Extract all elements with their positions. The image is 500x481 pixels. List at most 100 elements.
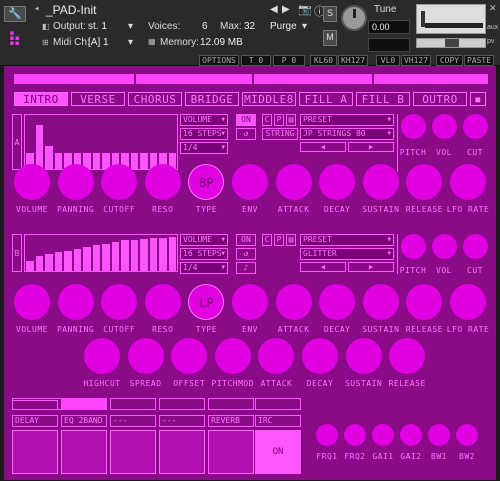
close-icon[interactable]: ✕ <box>489 3 497 14</box>
layer-a-save-icon[interactable]: ▤ <box>286 114 296 126</box>
fx-slot-label-delay[interactable]: DELAY <box>12 415 58 427</box>
max-voices-value[interactable]: 32 <box>244 21 255 32</box>
layer-a-step-bar[interactable] <box>92 153 100 169</box>
layer-b-step-bar[interactable] <box>26 261 34 271</box>
layer-a-step-bar[interactable] <box>35 125 43 169</box>
layer-a-prev-sound-icon[interactable]: ◀ <box>300 142 346 152</box>
layer-a-p-button[interactable]: P <box>274 114 284 126</box>
purge-dropdown-icon[interactable]: ▾ <box>302 21 307 32</box>
global-offset-knob[interactable] <box>171 338 208 374</box>
fx-slot-indicator-2-active[interactable] <box>61 398 107 410</box>
vel-high-field[interactable]: VH127 <box>401 55 431 66</box>
midi-channel-value[interactable]: [A] 1 <box>88 37 109 48</box>
fx-slot-indicator-4[interactable] <box>159 398 205 410</box>
layer-b-release-knob[interactable] <box>406 284 443 320</box>
layer-b-step-sequencer[interactable] <box>24 234 178 272</box>
layer-b-decay-knob[interactable] <box>319 284 356 320</box>
layer-a-reset-icon[interactable]: ↺ <box>236 128 256 140</box>
layer-b-step-bar[interactable] <box>102 244 110 271</box>
layer-a-cutoff-knob[interactable] <box>101 164 138 200</box>
layer-b-note-icon[interactable]: ♪ <box>236 262 256 274</box>
volume-meter[interactable] <box>416 4 486 34</box>
layer-b-vol-knob[interactable] <box>432 234 457 259</box>
tune-knob[interactable] <box>341 5 367 31</box>
pan-slider[interactable] <box>416 38 486 48</box>
copy-button[interactable]: COPY <box>436 55 463 66</box>
layer-b-step-bar[interactable] <box>140 239 148 271</box>
layer-a-step-bar[interactable] <box>45 146 53 169</box>
layer-a-step-bar[interactable] <box>130 153 138 169</box>
layer-b-step-bar[interactable] <box>111 242 119 271</box>
layer-b-step-bar[interactable] <box>35 256 43 271</box>
vel-low-field[interactable]: VL0 <box>376 55 400 66</box>
fx-bw1-knob[interactable] <box>428 424 450 446</box>
midi-dropdown-icon[interactable]: ▾ <box>128 37 133 48</box>
stop-button[interactable]: ■ <box>470 92 486 106</box>
layer-b-step-bar[interactable] <box>168 237 176 271</box>
layer-a-reso-knob[interactable] <box>144 164 181 200</box>
fx-pad-1[interactable] <box>12 430 58 474</box>
layer-a-decay-knob[interactable] <box>319 164 356 200</box>
layer-a-category-button[interactable]: STRING <box>262 128 298 140</box>
layer-b-reso-knob[interactable] <box>144 284 181 320</box>
layer-a-next-sound-icon[interactable]: ▶ <box>348 142 394 152</box>
fx-pad-2[interactable] <box>61 430 107 474</box>
layer-b-step-bar[interactable] <box>130 240 138 271</box>
purge-button[interactable]: Purge <box>270 21 297 32</box>
layer-b-reset-icon[interactable]: ↺ <box>236 248 256 260</box>
layer-a-vol-knob[interactable] <box>432 114 457 139</box>
fx-gai1-knob[interactable] <box>372 424 394 446</box>
layer-a-c-button[interactable]: C <box>262 114 272 126</box>
layer-a-release-knob[interactable] <box>406 164 443 200</box>
layer-a-rate-select[interactable]: 1/4 ▼ <box>180 142 228 154</box>
layer-a-preset-select[interactable]: PRESET ▼ <box>300 114 394 126</box>
global-pitchmod-knob[interactable] <box>214 338 251 374</box>
layer-b-volume-knob[interactable] <box>14 284 50 320</box>
layer-a-on-button[interactable]: ON <box>236 114 256 126</box>
layer-b-step-bar[interactable] <box>149 238 157 271</box>
layer-a-pitch-knob[interactable] <box>401 114 426 139</box>
layer-a-step-sequencer[interactable] <box>24 114 178 170</box>
layer-b-cutoff-knob[interactable] <box>101 284 138 320</box>
section-tab-intro[interactable]: INTRO <box>14 92 68 106</box>
wrench-icon[interactable]: 🔧 <box>4 6 26 22</box>
layer-b-panning-knob[interactable] <box>57 284 94 320</box>
layer-b-p-button[interactable]: P <box>274 234 284 246</box>
section-tab-bridge[interactable]: BRIDGE <box>185 92 239 106</box>
transpose-field[interactable]: T 0 <box>241 55 271 66</box>
layer-b-prev-sound-icon[interactable]: ◀ <box>300 262 346 272</box>
section-tab-fill-b[interactable]: FILL B <box>356 92 410 106</box>
global-release-knob[interactable] <box>389 338 426 374</box>
layer-b-c-button[interactable]: C <box>262 234 272 246</box>
fx-slot-indicator-3[interactable] <box>110 398 156 410</box>
fx-on-button[interactable]: ON <box>255 430 301 474</box>
layer-b-env-knob[interactable] <box>232 284 268 320</box>
output-dropdown-icon[interactable]: ▾ <box>128 21 133 32</box>
fx-frq2-knob[interactable] <box>344 424 366 446</box>
layer-a-cut-knob[interactable] <box>463 114 488 139</box>
layer-b-step-bar[interactable] <box>73 249 81 271</box>
layer-b-step-bar[interactable] <box>83 247 91 271</box>
section-tab-fill-a[interactable]: FILL A <box>299 92 353 106</box>
layer-a-volume-knob[interactable] <box>14 164 50 200</box>
layer-b-step-bar[interactable] <box>92 245 100 271</box>
layer-b-sound-select[interactable]: GLITTER ▼ <box>300 248 394 260</box>
fx-slot-label-4[interactable]: --- <box>159 415 205 427</box>
fx-slot-indicator-6[interactable] <box>255 398 301 410</box>
layer-a-param-select[interactable]: VOLUME ▼ <box>180 114 228 126</box>
layer-b-pitch-knob[interactable] <box>401 234 426 259</box>
layer-b-sustain-knob[interactable] <box>362 284 399 320</box>
fx-pad-5[interactable] <box>208 430 254 474</box>
layer-a-step-bar[interactable] <box>54 153 62 169</box>
pan-field[interactable]: P 0 <box>273 55 305 66</box>
layer-a-sound-select[interactable]: JP STRINGS 80 ▼ <box>300 128 394 140</box>
layer-a-lfo-rate-knob[interactable] <box>450 164 486 200</box>
section-tab-outro[interactable]: OUTRO <box>413 92 467 106</box>
fx-slot-label-3[interactable]: --- <box>110 415 156 427</box>
layer-b-next-sound-icon[interactable]: ▶ <box>348 262 394 272</box>
global-sustain-knob[interactable] <box>345 338 382 374</box>
options-button[interactable]: OPTIONS <box>199 55 239 66</box>
layer-b-cut-knob[interactable] <box>463 234 488 259</box>
paste-button[interactable]: PASTE <box>464 55 494 66</box>
global-decay-knob[interactable] <box>302 338 338 374</box>
